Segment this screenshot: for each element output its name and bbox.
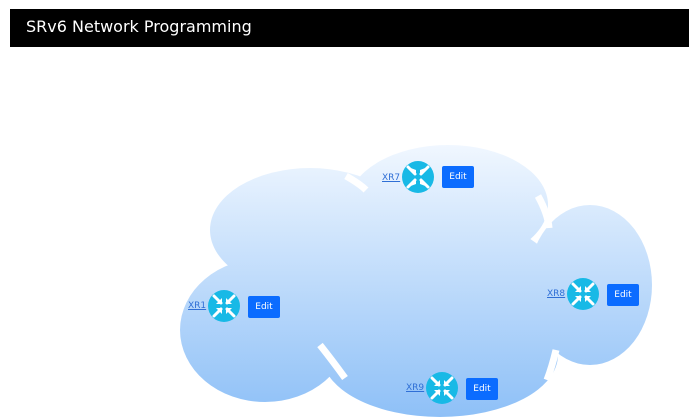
node-link-xr8[interactable]: XR8 xyxy=(547,288,565,300)
cloud-body xyxy=(270,210,570,390)
node-link-xr7[interactable]: XR7 xyxy=(382,172,400,184)
node-link-xr9[interactable]: XR9 xyxy=(406,382,424,394)
node-xr8: XR8 Edit xyxy=(547,278,643,310)
node-xr9: XR9 Edit xyxy=(406,372,502,404)
edit-button-xr8[interactable]: Edit xyxy=(607,284,639,306)
node-xr1: XR1 Edit xyxy=(188,290,284,322)
edit-button-xr1[interactable]: Edit xyxy=(248,296,280,318)
router-icon[interactable] xyxy=(426,372,458,404)
router-icon[interactable] xyxy=(208,290,240,322)
edit-button-xr9[interactable]: Edit xyxy=(466,378,498,400)
network-cloud xyxy=(180,145,652,417)
node-xr7: XR7 Edit xyxy=(382,161,478,193)
router-icon[interactable] xyxy=(567,278,599,310)
node-link-xr1[interactable]: XR1 xyxy=(188,300,206,312)
edit-button-xr7[interactable]: Edit xyxy=(442,166,474,188)
router-icon[interactable] xyxy=(402,161,434,193)
